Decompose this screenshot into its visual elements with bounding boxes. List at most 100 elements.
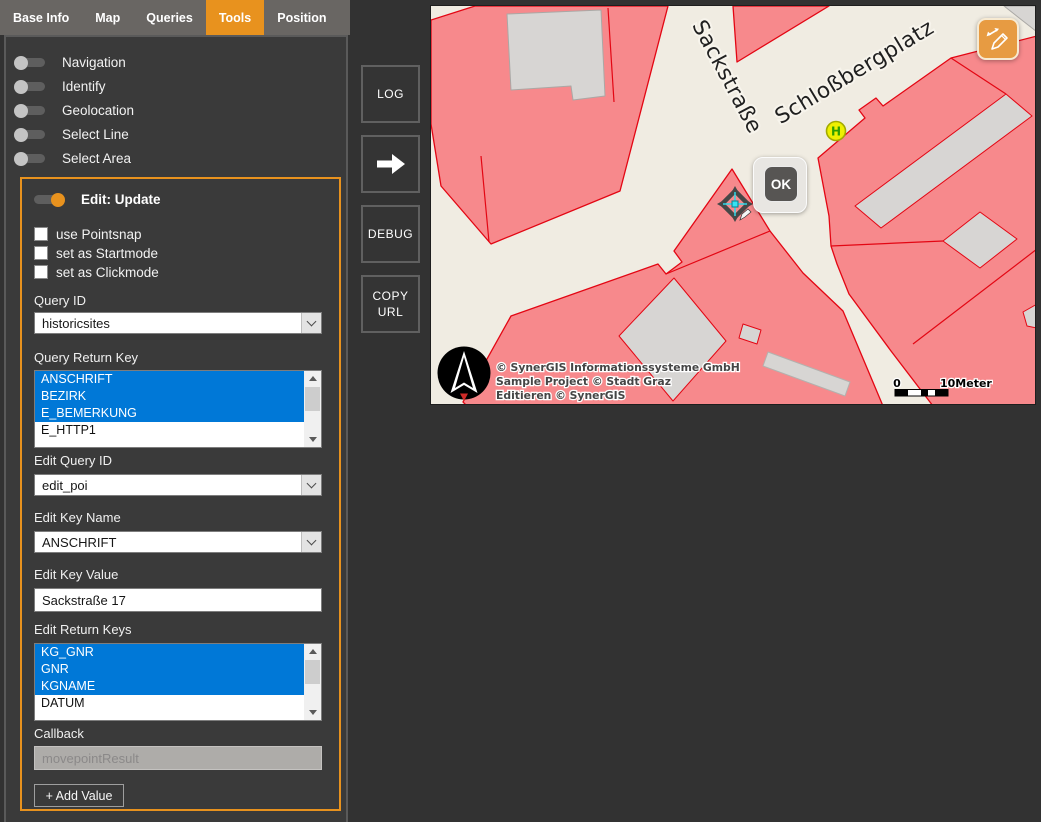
select-area-toggle[interactable] [15, 154, 45, 163]
arrow-right-icon [374, 152, 408, 176]
list-item[interactable]: BEZIRK [35, 388, 304, 405]
query-id-label: Query ID [34, 293, 86, 308]
pencil-move-icon [984, 25, 1012, 53]
edit-query-id-combobox[interactable]: edit_poi [34, 474, 322, 496]
scroll-down-button[interactable] [304, 432, 321, 447]
toggle-knob [14, 56, 28, 70]
list-items: KG_GNR GNR KGNAME DATUM [35, 644, 304, 720]
tab-bar: Base Info Map Queries Tools Position [0, 0, 350, 35]
svg-text:H: H [831, 125, 841, 139]
toggle-knob [14, 128, 28, 142]
startmode-row: set as Startmode [34, 245, 158, 261]
use-pointsnap-checkbox[interactable] [34, 227, 48, 241]
toggle-knob [14, 104, 28, 118]
list-item[interactable]: E_HTTP1 [35, 422, 304, 439]
mode-row-geolocation: Geolocation [15, 102, 134, 119]
tab-tools[interactable]: Tools [206, 0, 264, 35]
edit-geometry-button[interactable] [977, 18, 1019, 60]
mode-label: Geolocation [62, 103, 134, 118]
toggle-knob [14, 152, 28, 166]
svg-text:© SynerGIS Informationssysteme: © SynerGIS Informationssysteme GmbH [496, 361, 740, 374]
combo-dropdown-button[interactable] [301, 532, 321, 552]
mode-label: Identify [62, 79, 106, 94]
list-item[interactable]: KG_GNR [35, 644, 304, 661]
arrow-down-icon [309, 710, 317, 715]
edit-return-keys-listbox: KG_GNR GNR KGNAME DATUM [34, 643, 322, 721]
geolocation-toggle[interactable] [15, 106, 45, 115]
arrow-up-icon [309, 649, 317, 654]
scroll-down-button[interactable] [304, 705, 321, 720]
tab-position[interactable]: Position [264, 0, 339, 35]
mode-row-navigation: Navigation [15, 54, 126, 71]
send-button[interactable] [361, 135, 420, 193]
debug-button[interactable]: DEBUG [361, 205, 420, 263]
add-value-button[interactable]: + Add Value [34, 784, 124, 807]
navigation-toggle[interactable] [15, 58, 45, 67]
clickmode-row: set as Clickmode [34, 264, 159, 280]
pointsnap-row: use Pointsnap [34, 226, 142, 242]
callback-label: Callback [34, 726, 84, 741]
checkbox-label: set as Startmode [56, 246, 158, 261]
edit-key-name-combobox[interactable]: ANSCHRIFT [34, 531, 322, 553]
combo-value: historicsites [35, 313, 301, 333]
svg-text:Sample Project © Stadt Graz: Sample Project © Stadt Graz [496, 375, 671, 388]
scroll-up-button[interactable] [304, 371, 321, 386]
mode-label: Select Line [62, 127, 129, 142]
select-line-toggle[interactable] [15, 130, 45, 139]
set-as-clickmode-checkbox[interactable] [34, 265, 48, 279]
ok-button[interactable]: OK [764, 166, 798, 202]
callback-input [34, 746, 322, 770]
query-id-combobox[interactable]: historicsites [34, 312, 322, 334]
combo-value: ANSCHRIFT [35, 532, 301, 552]
toggle-knob [51, 193, 65, 207]
tab-queries[interactable]: Queries [133, 0, 206, 35]
edit-query-id-label: Edit Query ID [34, 453, 112, 468]
edit-toggle-row: Edit: Update [15, 191, 161, 208]
vertical-scrollbar[interactable] [304, 644, 321, 720]
log-button[interactable]: LOG [361, 65, 420, 123]
set-as-startmode-checkbox[interactable] [34, 246, 48, 260]
map-canvas: Sackstraße Schloßbergplatz H [431, 6, 1036, 405]
svg-text:Editieren © SynerGIS: Editieren © SynerGIS [496, 389, 625, 402]
ok-overlay: OK [753, 157, 807, 213]
query-return-key-label: Query Return Key [34, 350, 138, 365]
list-item[interactable]: GNR [35, 661, 304, 678]
combo-dropdown-button[interactable] [301, 475, 321, 495]
copy-url-label: COPY URL [370, 288, 412, 320]
scrollbar-thumb[interactable] [305, 660, 320, 684]
edit-key-name-label: Edit Key Name [34, 510, 121, 525]
edit-key-value-label: Edit Key Value [34, 567, 118, 582]
edit-section-title: Edit: Update [81, 192, 161, 207]
list-item[interactable]: KGNAME [35, 678, 304, 695]
list-items: ANSCHRIFT BEZIRK E_BEMERKUNG E_HTTP1 [35, 371, 304, 447]
gray-building [507, 10, 605, 100]
arrow-up-icon [309, 376, 317, 381]
edit-key-value-input[interactable] [34, 588, 322, 612]
mode-row-select-line: Select Line [15, 126, 129, 143]
list-item[interactable]: E_BEMERKUNG [35, 405, 304, 422]
combo-dropdown-button[interactable] [301, 313, 321, 333]
identify-toggle[interactable] [15, 82, 45, 91]
copy-url-button[interactable]: COPY URL [361, 275, 420, 333]
edit-update-toggle[interactable] [34, 195, 64, 204]
mode-label: Navigation [62, 55, 126, 70]
toggle-knob [14, 80, 28, 94]
tab-map[interactable]: Map [82, 0, 133, 35]
chevron-down-icon [307, 478, 317, 488]
list-item[interactable]: ANSCHRIFT [35, 371, 304, 388]
mode-row-identify: Identify [15, 78, 106, 95]
map-viewport[interactable]: Sackstraße Schloßbergplatz H [430, 5, 1036, 405]
scroll-up-button[interactable] [304, 644, 321, 659]
list-item[interactable]: DATUM [35, 695, 304, 712]
edit-return-keys-label: Edit Return Keys [34, 622, 132, 637]
query-return-key-listbox: ANSCHRIFT BEZIRK E_BEMERKUNG E_HTTP1 [34, 370, 322, 448]
scrollbar-thumb[interactable] [305, 387, 320, 411]
h-stop-marker: H [827, 122, 846, 141]
checkbox-label: set as Clickmode [56, 265, 159, 280]
combo-value: edit_poi [35, 475, 301, 495]
tab-base-info[interactable]: Base Info [0, 0, 82, 35]
vertical-scrollbar[interactable] [304, 371, 321, 447]
app-window: Base Info Map Queries Tools Position Nav… [0, 0, 1041, 822]
svg-text:0: 0 [893, 377, 901, 390]
mode-label: Select Area [62, 151, 131, 166]
